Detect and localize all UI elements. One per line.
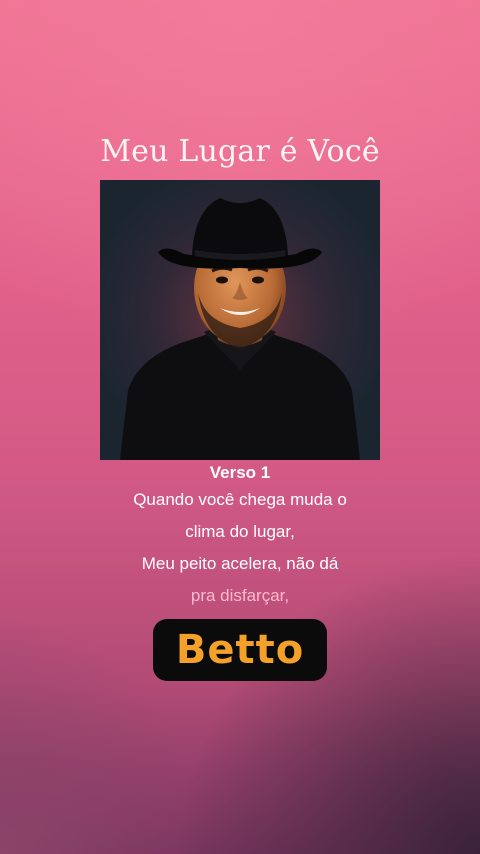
brand-logo: Betto — [153, 619, 327, 681]
verse-label: Verso 1 — [209, 463, 271, 482]
lyric-line: Meu peito acelera, não dá — [141, 554, 339, 573]
album-cover — [100, 180, 380, 460]
lyrics-panel: Verso 1 Quando você chega muda o clima d… — [0, 462, 480, 612]
song-title: Meu Lugar é Você — [100, 134, 380, 169]
lyric-line: pra disfarçar, — [190, 586, 290, 605]
lyric-line: Quando você chega muda o — [133, 490, 347, 509]
lyric-line: clima do lugar, — [185, 522, 295, 541]
singer-portrait — [100, 180, 380, 460]
brand-logo-text: Betto — [175, 627, 305, 673]
